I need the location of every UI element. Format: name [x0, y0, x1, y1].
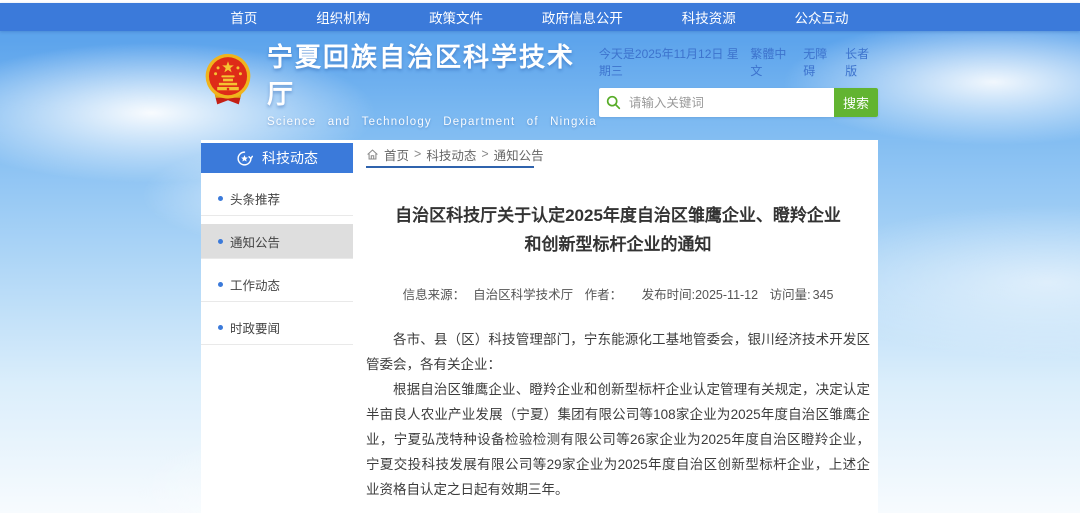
nav-item-home[interactable]: 首页: [230, 7, 257, 27]
bullet-dot-icon: [218, 196, 223, 201]
breadcrumb-sci-trends[interactable]: 科技动态: [426, 145, 476, 164]
article-title-line1: 自治区科技厅关于认定2025年度自治区雏鹰企业、瞪羚企业: [366, 201, 870, 230]
top-nav-items: 首页 组织机构 政策文件 政府信息公开 科技资源 公众互动: [201, 3, 878, 31]
sidebar-item-label: 工作动态: [230, 275, 280, 294]
header-info-line: 今天是2025年11月12日 星期三 繁體中文 无障碍 长者版: [599, 45, 878, 79]
nav-item-public-interaction[interactable]: 公众互动: [795, 7, 849, 27]
sidebar-item-notices[interactable]: 通知公告: [201, 224, 353, 259]
breadcrumb-separator: >: [414, 147, 421, 161]
meta-publish-value: 2025-11-12: [695, 288, 758, 302]
breadcrumb-notices[interactable]: 通知公告: [494, 145, 544, 164]
link-accessibility[interactable]: 无障碍: [803, 45, 836, 79]
article-paragraph: 根据自治区雏鹰企业、瞪羚企业和创新型标杆企业认定管理有关规定，决定认定半亩良人农…: [366, 377, 870, 502]
breadcrumb-separator: >: [481, 147, 488, 161]
breadcrumb-home[interactable]: 首页: [384, 145, 409, 164]
sidebar-title: 科技动态: [262, 148, 318, 168]
top-navbar: 首页 组织机构 政策文件 政府信息公开 科技资源 公众互动: [0, 3, 1080, 31]
search-bar: 搜索: [599, 88, 878, 117]
meta-source-label: 信息来源：: [403, 288, 466, 302]
content-wrapper: 科技动态 头条推荐 通知公告 工作动态 时政要闻 首页 > 科技动态 > 通: [201, 140, 878, 513]
utility-links: 繁體中文 无障碍 长者版: [750, 45, 878, 79]
site-header: 宁夏回族自治区科学技术厅 Science and Technology Depa…: [201, 31, 878, 140]
site-title-block: 宁夏回族自治区科学技术厅 Science and Technology Depa…: [267, 37, 599, 128]
nav-item-policy[interactable]: 政策文件: [429, 7, 483, 27]
search-input[interactable]: [629, 88, 834, 117]
current-date: 今天是2025年11月12日 星期三: [599, 45, 750, 79]
meta-author-label: 作者：: [585, 288, 623, 302]
meta-source-value: 自治区科学技术厅: [473, 288, 573, 302]
sidebar-item-work-trends[interactable]: 工作动态: [201, 267, 353, 302]
link-elder-version[interactable]: 长者版: [845, 45, 878, 79]
main-content: 首页 > 科技动态 > 通知公告 自治区科技厅关于认定2025年度自治区雏鹰企业…: [353, 140, 878, 513]
breadcrumb: 首页 > 科技动态 > 通知公告: [366, 140, 870, 168]
meta-visits-label: 访问量:: [770, 288, 811, 302]
article-paragraph: 各市、县（区）科技管理部门，宁东能源化工基地管委会，银川经济技术开发区管委会，各…: [366, 327, 870, 377]
star-refresh-icon: [236, 150, 253, 167]
site-subtitle: Science and Technology Department of Nin…: [267, 116, 599, 128]
bullet-dot-icon: [218, 282, 223, 287]
article-title: 自治区科技厅关于认定2025年度自治区雏鹰企业、瞪羚企业 和创新型标杆企业的通知: [366, 201, 870, 259]
nav-item-gov-info[interactable]: 政府信息公开: [542, 7, 623, 27]
nav-item-sci-resources[interactable]: 科技资源: [682, 7, 736, 27]
link-traditional-chinese[interactable]: 繁體中文: [750, 45, 794, 79]
article-meta: 信息来源： 自治区科学技术厅 作者： 发布时间:2025-11-12 访问量:34…: [366, 284, 870, 303]
meta-visits-value: 345: [813, 288, 834, 302]
sidebar-item-label: 头条推荐: [230, 189, 280, 208]
home-icon: [366, 148, 379, 161]
bullet-dot-icon: [218, 239, 223, 244]
sidebar: 科技动态 头条推荐 通知公告 工作动态 时政要闻: [201, 140, 353, 513]
sidebar-item-headline[interactable]: 头条推荐: [201, 181, 353, 216]
search-icon: [599, 88, 629, 117]
site-title: 宁夏回族自治区科学技术厅: [267, 37, 599, 111]
national-emblem-logo: [201, 53, 255, 111]
search-button[interactable]: 搜索: [834, 88, 878, 117]
nav-item-organization[interactable]: 组织机构: [316, 7, 370, 27]
sidebar-header[interactable]: 科技动态: [201, 143, 353, 173]
sidebar-item-label: 时政要闻: [230, 318, 280, 337]
article-title-line2: 和创新型标杆企业的通知: [366, 230, 870, 259]
header-right: 今天是2025年11月12日 星期三 繁體中文 无障碍 长者版 搜索: [599, 45, 878, 140]
article-body: 各市、县（区）科技管理部门，宁东能源化工基地管委会，银川经济技术开发区管委会，各…: [366, 327, 870, 502]
bullet-dot-icon: [218, 325, 223, 330]
sidebar-item-label: 通知公告: [230, 232, 280, 251]
meta-publish-label: 发布时间:: [642, 288, 695, 302]
site-logo-block[interactable]: 宁夏回族自治区科学技术厅 Science and Technology Depa…: [201, 53, 599, 111]
sidebar-item-politics-news[interactable]: 时政要闻: [201, 310, 353, 345]
